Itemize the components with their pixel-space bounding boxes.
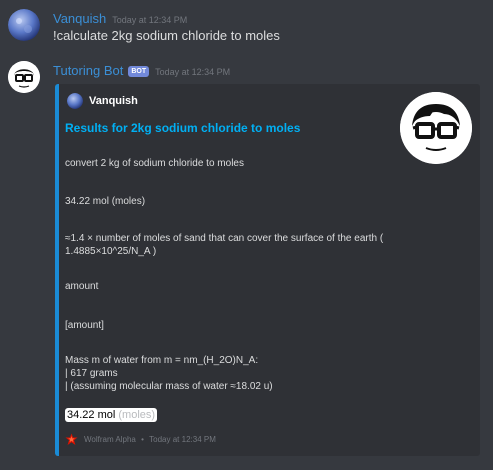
- message-timestamp: Today at 12:34 PM: [112, 15, 188, 25]
- embed-footer: Wolfram Alpha • Today at 12:34 PM: [65, 433, 216, 446]
- embed-line: convert 2 kg of sodium chloride to moles: [65, 158, 244, 169]
- bot-badge: BOT: [128, 66, 150, 77]
- message-content: !calculate 2kg sodium chloride to moles: [53, 28, 280, 43]
- blue-planet-avatar-icon[interactable]: [8, 9, 40, 41]
- footer-source: Wolfram Alpha: [84, 435, 136, 444]
- chat-area: Vanquish Today at 12:34 PM !calculate 2kg…: [0, 0, 493, 470]
- embed-line: | (assuming molecular mass of water ≈18.…: [65, 381, 273, 392]
- message-author[interactable]: Tutoring Bot: [53, 63, 123, 78]
- final-value: 34.22 mol: [67, 409, 116, 421]
- final-unit: (moles): [118, 409, 156, 421]
- embed-line: 1.4885×10^25/N_A ): [65, 246, 157, 257]
- nerd-glasses-avatar-icon[interactable]: [8, 61, 40, 93]
- embed-line: [amount]: [65, 320, 104, 331]
- blue-planet-avatar-icon: [67, 92, 83, 109]
- embed-line: Mass m of water from m = nm_(H_2O)N_A:: [65, 355, 259, 366]
- result-embed: Vanquish Results for 2kg sodium chloride…: [55, 84, 480, 456]
- footer-timestamp: Today at 12:34 PM: [149, 435, 216, 444]
- embed-line: 34.22 mol (moles): [65, 196, 146, 207]
- embed-title[interactable]: Results for 2kg sodium chloride to moles: [65, 121, 300, 135]
- nerd-glasses-thumbnail-icon[interactable]: [400, 92, 472, 164]
- final-result: 34.22 mol (moles): [65, 408, 158, 422]
- message-timestamp: Today at 12:34 PM: [155, 67, 231, 77]
- embed-author-name[interactable]: Vanquish: [89, 95, 138, 107]
- embed-line: amount: [65, 281, 99, 292]
- embed-line: | 617 grams: [65, 368, 118, 379]
- embed-author: Vanquish: [67, 92, 138, 110]
- embed-line: ≈1.4 × number of moles of sand that can …: [65, 233, 384, 244]
- wolfram-alpha-icon: [65, 433, 78, 446]
- footer-separator: •: [141, 435, 144, 444]
- message-author[interactable]: Vanquish: [53, 11, 106, 26]
